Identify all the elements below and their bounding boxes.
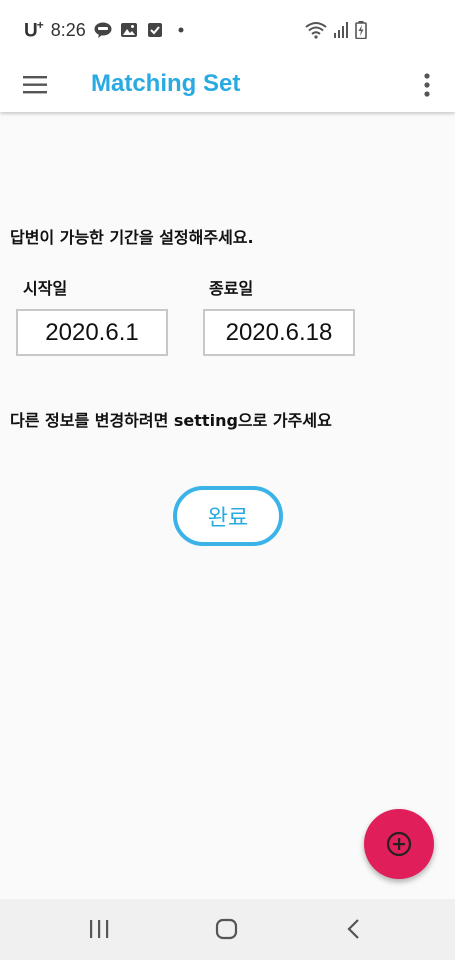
wifi-icon (305, 22, 327, 39)
add-fab-button[interactable] (364, 809, 434, 879)
end-date-field[interactable]: 2020.6.18 (203, 309, 355, 356)
signal-icon (334, 22, 348, 38)
status-left: U+ 8:26 (24, 18, 190, 42)
done-button-label: 완료 (207, 506, 249, 531)
status-bar: U+ 8:26 (0, 0, 455, 58)
instruction-text: 답변이 가능한 기간을 설정해주세요. (10, 228, 254, 247)
image-icon (120, 23, 137, 37)
battery-icon (355, 21, 367, 39)
page-title: Matching Set (91, 70, 241, 97)
back-icon[interactable] (342, 917, 368, 941)
status-right (305, 20, 367, 40)
carrier-label: U+ (24, 17, 44, 42)
app-bar: Matching Set (0, 58, 455, 112)
recent-apps-icon[interactable] (86, 917, 112, 941)
more-vert-icon[interactable] (416, 72, 438, 98)
check-icon (147, 23, 162, 37)
dot-icon (178, 27, 184, 33)
add-circle-icon (386, 831, 412, 857)
home-icon[interactable] (214, 917, 240, 941)
start-date-field[interactable]: 2020.6.1 (16, 309, 168, 356)
settings-note: 다른 정보를 변경하려면 setting으로 가주세요 (10, 411, 332, 430)
start-date-label: 시작일 (23, 279, 68, 298)
hamburger-menu-icon[interactable] (23, 74, 49, 96)
status-time: 8:26 (50, 19, 86, 40)
talk-icon (94, 22, 112, 38)
navigation-bar (0, 899, 455, 960)
main-content: 답변이 가능한 기간을 설정해주세요. 시작일 종료일 2020.6.1 202… (0, 112, 455, 899)
end-date-label: 종료일 (209, 279, 254, 298)
done-button[interactable]: 완료 (173, 486, 283, 546)
